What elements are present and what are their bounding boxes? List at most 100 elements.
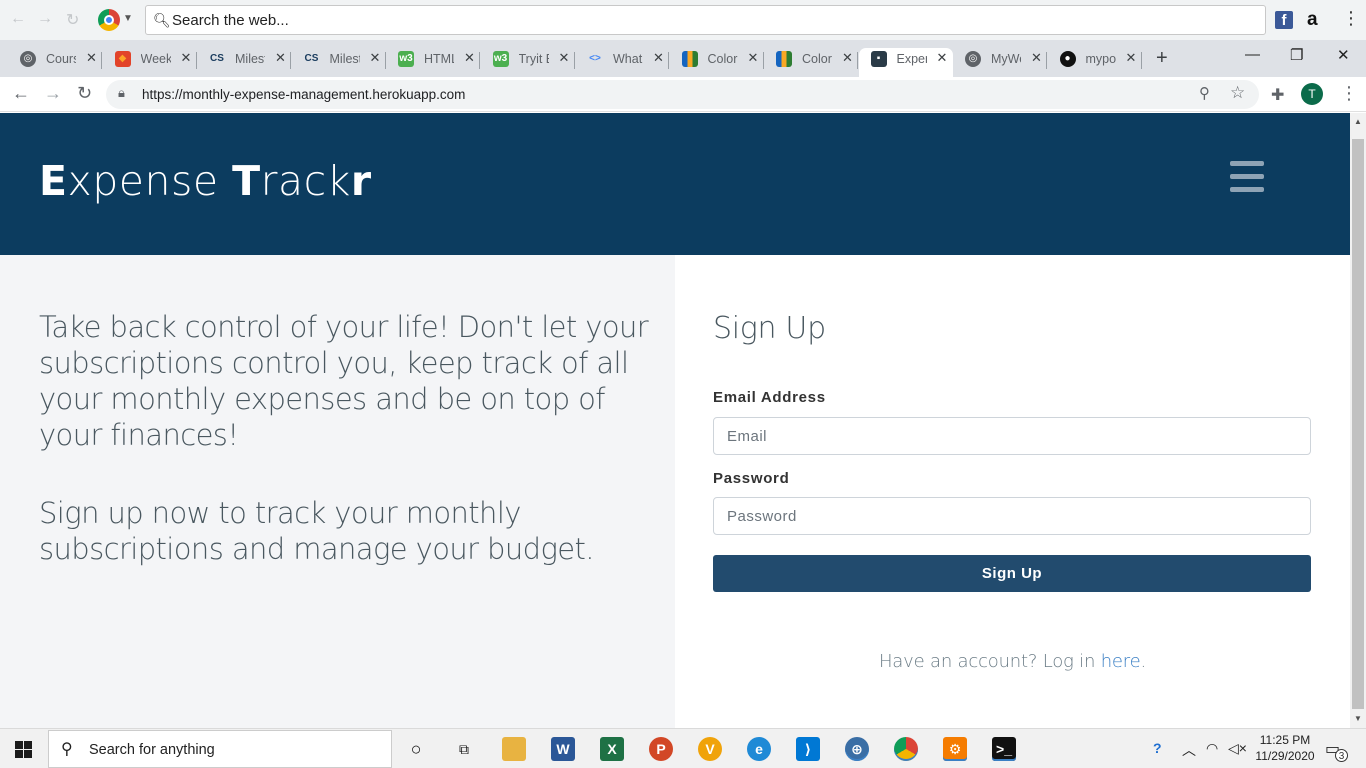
browser-menu-icon[interactable]: ⋮ xyxy=(1340,83,1358,104)
url-input[interactable]: 🔒︎ https://monthly-expense-management.he… xyxy=(106,80,1259,109)
email-field[interactable] xyxy=(713,417,1311,455)
forward-icon[interactable]: → xyxy=(44,83,62,104)
toolbar-reload-icon[interactable]: ↻ xyxy=(66,10,79,30)
money-icon: ▪ xyxy=(870,51,887,67)
intro-text: Take back control of your life! Don't le… xyxy=(39,310,649,452)
password-field[interactable] xyxy=(713,497,1311,535)
powerpoint-icon[interactable]: P xyxy=(649,737,673,761)
taskbar-search-input[interactable]: ⚲ Search for anything xyxy=(48,730,392,768)
wifi-icon[interactable]: ◠ xyxy=(1206,740,1218,757)
toolbar-forward-icon[interactable]: → xyxy=(37,10,53,28)
tab-11[interactable]: ◎ MyWe ✕ xyxy=(953,48,1047,77)
web-search-input[interactable]: 🔍︎ Search the web... xyxy=(145,5,1266,35)
hamburger-menu-icon[interactable] xyxy=(1230,161,1264,193)
new-tab-button[interactable]: + xyxy=(1156,47,1168,70)
tab-title: Cours xyxy=(46,52,76,66)
bookmark-star-icon[interactable]: ☆ xyxy=(1230,83,1245,103)
excel-icon[interactable]: X xyxy=(600,737,624,761)
system-clock[interactable]: 11:25 PM 11/29/2020 xyxy=(1250,732,1320,764)
minimize-button[interactable]: — xyxy=(1245,46,1260,63)
chrome-logo-icon[interactable] xyxy=(98,9,120,31)
tab-close-icon[interactable]: ✕ xyxy=(86,50,97,66)
tab-12[interactable]: ● mypo ✕ xyxy=(1048,48,1142,77)
search-icon: 🔍︎ xyxy=(153,12,171,28)
login-link[interactable]: here xyxy=(1101,651,1141,672)
word-icon[interactable]: W xyxy=(551,737,575,761)
tab-close-icon[interactable]: ✕ xyxy=(464,50,475,66)
tab-9[interactable]: Color ✕ xyxy=(764,48,858,77)
tab-4[interactable]: CS Milest ✕ xyxy=(292,48,386,77)
tab-title: Exper xyxy=(896,52,927,66)
tab-close-icon[interactable]: ✕ xyxy=(653,50,664,66)
tab-title: HTML xyxy=(424,52,454,66)
tab-1[interactable]: ◎ Cours ✕ xyxy=(8,48,102,77)
git-gui-icon[interactable]: ⚙ xyxy=(943,737,967,761)
vscode-icon[interactable]: ⟩ xyxy=(796,737,820,761)
terminal-icon[interactable]: >_ xyxy=(992,737,1016,761)
close-window-button[interactable]: ✕ xyxy=(1337,46,1350,64)
globe-icon: ◎ xyxy=(965,51,981,67)
password-label: Password xyxy=(713,470,790,487)
brand-logo[interactable]: Expense Trackr xyxy=(39,157,372,205)
login-prompt: Have an account? Log in here. xyxy=(878,651,1147,672)
maximize-button[interactable]: ❐ xyxy=(1290,46,1303,64)
intro-panel: Take back control of your life! Don't le… xyxy=(0,255,675,728)
tab-3[interactable]: CS Milest ✕ xyxy=(197,48,291,77)
volume-muted-icon[interactable]: ◁× xyxy=(1228,740,1247,757)
tab-2[interactable]: ◆ Week ✕ xyxy=(103,48,197,77)
toolbar-back-icon[interactable]: ← xyxy=(10,10,26,28)
form-title: Sign Up xyxy=(713,311,826,346)
lock-icon[interactable]: 🔒︎ xyxy=(118,85,125,101)
clock-date: 11/29/2020 xyxy=(1255,749,1315,763)
url-text: https://monthly-expense-management.herok… xyxy=(142,87,466,102)
palette-icon xyxy=(681,51,698,67)
search-icon: ⚲ xyxy=(61,741,73,758)
file-explorer-icon[interactable] xyxy=(502,737,526,761)
help-icon[interactable]: ? xyxy=(1153,740,1162,756)
tab-10[interactable]: ▪ Exper ✕ xyxy=(858,48,953,77)
tab-close-icon[interactable]: ✕ xyxy=(559,50,570,66)
tab-close-icon[interactable]: ✕ xyxy=(1031,50,1042,66)
tray-chevron-icon[interactable]: ︿ xyxy=(1182,740,1196,760)
tab-close-icon[interactable]: ✕ xyxy=(748,50,759,66)
profile-avatar[interactable]: T xyxy=(1301,83,1323,105)
scroll-up-icon[interactable]: ▲ xyxy=(1354,117,1362,126)
toolbar-menu-icon[interactable]: ⋮ xyxy=(1342,8,1360,29)
tab-close-icon[interactable]: ✕ xyxy=(370,50,381,66)
cortana-icon[interactable]: ○ xyxy=(404,737,428,761)
tab-close-icon[interactable]: ✕ xyxy=(937,50,948,66)
tab-8[interactable]: Color ✕ xyxy=(670,48,764,77)
tab-close-icon[interactable]: ✕ xyxy=(842,50,853,66)
back-icon[interactable]: ← xyxy=(12,83,30,104)
tab-5[interactable]: w3 HTML ✕ xyxy=(386,48,480,77)
amazon-icon[interactable]: a xyxy=(1307,9,1318,31)
page-scrollbar[interactable]: ▲ ▼ xyxy=(1350,113,1366,728)
tab-title: MyWe xyxy=(991,52,1021,66)
tab-separator xyxy=(1140,52,1142,69)
zoom-icon[interactable]: ⚲ xyxy=(1199,84,1210,102)
edge-icon[interactable]: e xyxy=(747,737,771,761)
tab-title: Week xyxy=(140,52,171,66)
notification-count-badge: 3 xyxy=(1335,749,1348,762)
task-view-icon[interactable]: ⧉ xyxy=(452,737,476,761)
sign-up-button[interactable]: Sign Up xyxy=(713,555,1311,592)
tab-6[interactable]: w3 Tryit E ✕ xyxy=(481,48,575,77)
chevron-down-icon[interactable]: ▼ xyxy=(123,13,133,24)
cs-icon: CS xyxy=(304,53,319,64)
scroll-down-icon[interactable]: ▼ xyxy=(1354,714,1362,723)
taskbar: ⚲ Search for anything ○ ⧉ W X P V e ⟩ ⊕ … xyxy=(0,728,1366,768)
tab-close-icon[interactable]: ✕ xyxy=(181,50,192,66)
scrollbar-thumb[interactable] xyxy=(1352,139,1364,709)
w3schools-icon: w3 xyxy=(398,51,414,67)
site-header: Expense Trackr xyxy=(0,113,1350,255)
tab-close-icon[interactable]: ✕ xyxy=(275,50,286,66)
chrome-taskbar-icon[interactable] xyxy=(894,737,918,761)
extensions-icon[interactable]: ✚ xyxy=(1271,85,1284,105)
reload-icon[interactable]: ↻ xyxy=(77,83,92,104)
tab-close-icon[interactable]: ✕ xyxy=(1126,50,1137,66)
vpn-shield-icon[interactable]: V xyxy=(698,737,722,761)
facebook-icon[interactable]: f xyxy=(1275,11,1293,29)
tab-7[interactable]: <> What ✕ xyxy=(575,48,669,77)
windows-start-icon[interactable] xyxy=(15,741,32,758)
app-icon[interactable]: ⊕ xyxy=(845,737,869,761)
